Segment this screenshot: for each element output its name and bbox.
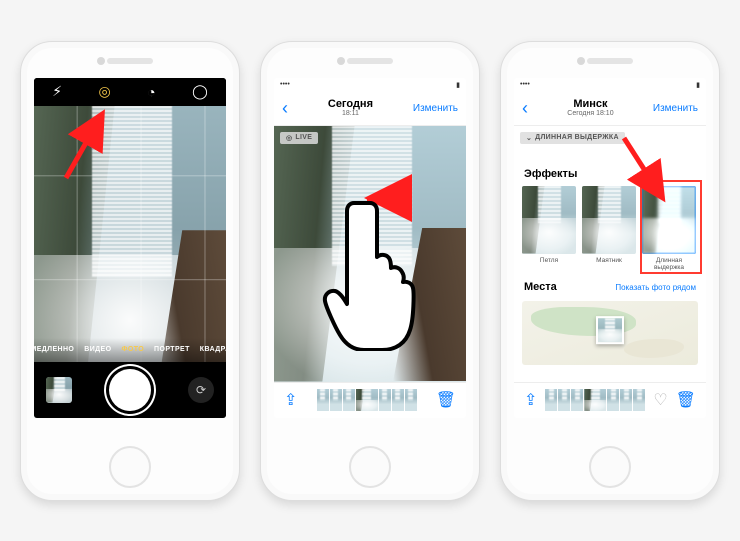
mode-portrait[interactable]: ПОРТРЕТ	[154, 346, 190, 353]
nav-title: Сегодня 18:11	[328, 98, 373, 118]
home-button[interactable]	[109, 446, 151, 488]
favorite-icon[interactable]: ♡	[653, 390, 667, 410]
device-camera-dot	[337, 57, 345, 65]
photo-toolbar: ⇪ ♡ 🗑	[514, 382, 706, 418]
scrubber-thumb-current[interactable]	[356, 389, 378, 411]
device-camera-dot	[97, 57, 105, 65]
places-section-title: Места	[524, 281, 557, 293]
photos-app-screen: •••• ▮ ‹ Сегодня 18:11 Изменить ◎ LIVE	[274, 78, 466, 418]
iphone-device-3: •••• ▮ ‹ Минск Сегодня 18:10 Изменить ⌄ …	[500, 41, 720, 501]
mode-photo[interactable]: ФОТО	[121, 346, 144, 353]
scrubber-thumb[interactable]	[545, 389, 557, 411]
scrubber-thumb[interactable]	[379, 389, 391, 411]
last-photo-thumbnail[interactable]	[46, 377, 72, 403]
camera-app-screen: ⚡︎ ◎ ◔ ◯ ЭМЕДЛЕННО ВИДЕО ФОТО ПОРТРЕТ	[34, 78, 226, 418]
status-signal: ••••	[280, 81, 290, 88]
status-bar: •••• ▮	[514, 78, 706, 92]
mode-video[interactable]: ВИДЕО	[84, 346, 111, 353]
status-bar: •••• ▮	[274, 78, 466, 92]
nav-bar: ‹ Минск Сегодня 18:10 Изменить	[514, 92, 706, 126]
live-badge-icon: ◎	[286, 134, 292, 142]
photos-detail-screen: •••• ▮ ‹ Минск Сегодня 18:10 Изменить ⌄ …	[514, 78, 706, 418]
scrubber-thumb[interactable]	[571, 389, 583, 411]
photo-toolbar: ⇪ 🗑	[274, 382, 466, 418]
shutter-button[interactable]	[109, 369, 151, 411]
annotation-arrow-swipe-up	[358, 192, 382, 312]
iphone-device-1: ⚡︎ ◎ ◔ ◯ ЭМЕДЛЕННО ВИДЕО ФОТО ПОРТРЕТ	[20, 41, 240, 501]
effect-card-loop[interactable]: Петля	[522, 186, 576, 264]
map-pin-thumbnail[interactable]	[596, 316, 624, 344]
scrubber-thumb[interactable]	[330, 389, 342, 411]
show-nearby-link[interactable]: Показать фото рядом	[615, 283, 696, 292]
flip-camera-button[interactable]: ⟳	[188, 377, 214, 403]
photo-viewer[interactable]: ◎ LIVE	[274, 126, 466, 382]
share-icon[interactable]: ⇪	[524, 390, 537, 410]
device-speaker	[347, 58, 393, 64]
scrubber-thumb-current[interactable]	[584, 389, 606, 411]
effect-badge-label: ДЛИННАЯ ВЫДЕРЖКА	[535, 134, 619, 141]
iphone-device-2: •••• ▮ ‹ Сегодня 18:11 Изменить ◎ LIVE	[260, 41, 480, 501]
camera-top-bar: ⚡︎ ◎ ◔ ◯	[34, 78, 226, 106]
timer-icon[interactable]: ◔	[147, 84, 155, 100]
scrubber-strip[interactable]	[545, 389, 645, 411]
scrubber-thumb[interactable]	[607, 389, 619, 411]
effect-badge[interactable]: ⌄ ДЛИННАЯ ВЫДЕРЖКА	[520, 132, 625, 144]
scrubber-thumb[interactable]	[343, 389, 355, 411]
share-icon[interactable]: ⇪	[284, 390, 297, 410]
mode-square[interactable]: КВАДРАТ	[200, 346, 226, 353]
nav-subtitle: 18:11	[328, 110, 373, 118]
camera-bottom-bar: ⟳	[34, 362, 226, 418]
annotation-arrow-live	[62, 112, 112, 182]
scrubber-thumb[interactable]	[405, 389, 417, 411]
home-button[interactable]	[349, 446, 391, 488]
camera-mode-strip[interactable]: ЭМЕДЛЕННО ВИДЕО ФОТО ПОРТРЕТ КВАДРАТ	[34, 338, 226, 362]
device-camera-dot	[577, 57, 585, 65]
nav-title-text: Сегодня	[328, 98, 373, 110]
device-speaker	[587, 58, 633, 64]
effect-label: Петля	[540, 257, 558, 264]
device-speaker	[107, 58, 153, 64]
effect-badge-chevron-icon: ⌄	[526, 134, 532, 142]
scrubber-thumb[interactable]	[392, 389, 404, 411]
places-section-header: Места Показать фото рядом	[514, 277, 706, 297]
scrubber-thumb[interactable]	[620, 389, 632, 411]
nav-subtitle: Сегодня 18:10	[567, 110, 613, 118]
scrubber-thumb[interactable]	[633, 389, 645, 411]
nav-title: Минск Сегодня 18:10	[567, 98, 613, 118]
photo-detail-scroll[interactable]: ⌄ ДЛИННАЯ ВЫДЕРЖКА Эффекты Петля Маятник	[514, 126, 706, 382]
annotation-arrow-effect	[618, 134, 668, 204]
home-button[interactable]	[589, 446, 631, 488]
effect-label: Маятник	[596, 257, 622, 264]
scrubber-thumb[interactable]	[317, 389, 329, 411]
live-photo-icon[interactable]: ◎	[99, 83, 111, 100]
status-battery-icon: ▮	[696, 81, 700, 89]
flash-icon[interactable]: ⚡︎	[52, 83, 62, 100]
trash-icon[interactable]: 🗑	[676, 390, 696, 410]
nav-title-text: Минск	[573, 98, 607, 110]
live-badge-label: LIVE	[295, 134, 312, 141]
nav-bar: ‹ Сегодня 18:11 Изменить	[274, 92, 466, 126]
filters-icon[interactable]: ◯	[192, 83, 208, 100]
status-signal: ••••	[520, 81, 530, 88]
status-battery-icon: ▮	[456, 81, 460, 89]
edit-button[interactable]: Изменить	[653, 103, 698, 114]
live-badge: ◎ LIVE	[280, 132, 318, 144]
scrubber-thumb[interactable]	[558, 389, 570, 411]
edit-button[interactable]: Изменить	[413, 103, 458, 114]
effects-row[interactable]: Петля Маятник Длинная выдержка	[514, 186, 706, 277]
places-map[interactable]	[522, 301, 698, 365]
back-button[interactable]: ‹	[522, 98, 528, 119]
trash-icon[interactable]: 🗑	[436, 390, 456, 410]
back-button[interactable]: ‹	[282, 98, 288, 119]
mode-slowmo[interactable]: ЭМЕДЛЕННО	[34, 346, 74, 353]
scrubber-strip[interactable]	[317, 389, 417, 411]
